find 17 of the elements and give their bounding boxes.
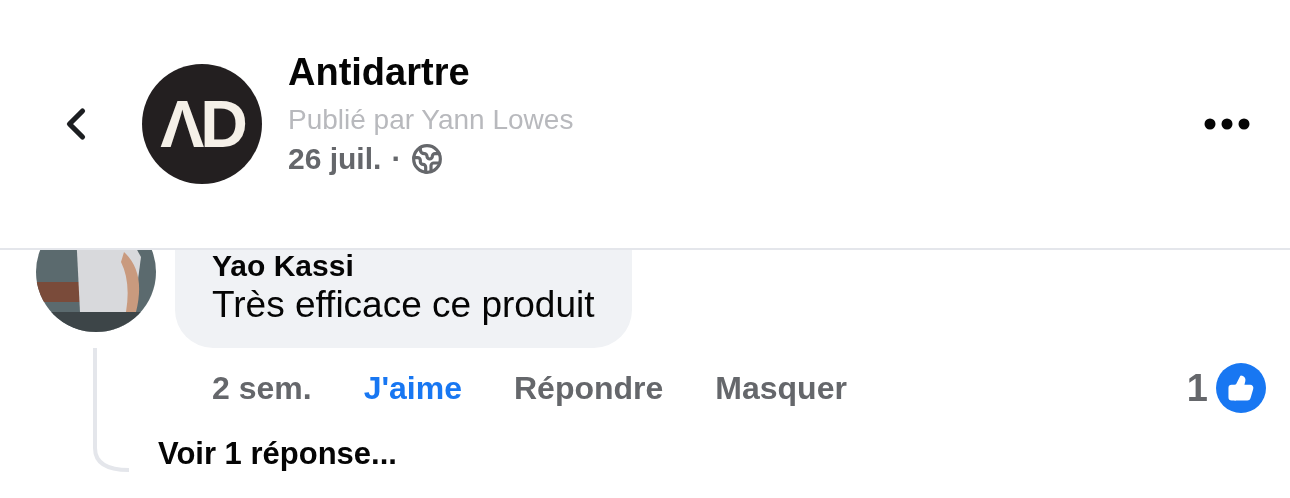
- ellipsis-icon: [1204, 118, 1250, 130]
- more-button[interactable]: [1204, 118, 1250, 130]
- comment-action[interactable]: J'aime: [363, 369, 462, 407]
- reaction-count: 1: [1186, 366, 1208, 410]
- globe-icon: [411, 142, 444, 175]
- thumbs-up-icon[interactable]: [1216, 363, 1266, 413]
- posted-by: Publié par Yann Lowes: [288, 103, 574, 136]
- post-date: 26 juil.: [288, 141, 382, 176]
- view-replies-link[interactable]: Voir 1 réponse...: [158, 436, 397, 472]
- page-logo: ΛD: [142, 64, 262, 184]
- separator: ·: [391, 141, 402, 176]
- comment-time: 2 sem.: [212, 369, 312, 407]
- comment-action[interactable]: Répondre: [513, 369, 664, 407]
- comment-text: Très efficace ce produit: [212, 284, 595, 326]
- page-name[interactable]: Antidartre: [288, 50, 1204, 94]
- comment-author[interactable]: Yao Kassi: [212, 250, 354, 282]
- comment-action[interactable]: Masquer: [715, 369, 847, 407]
